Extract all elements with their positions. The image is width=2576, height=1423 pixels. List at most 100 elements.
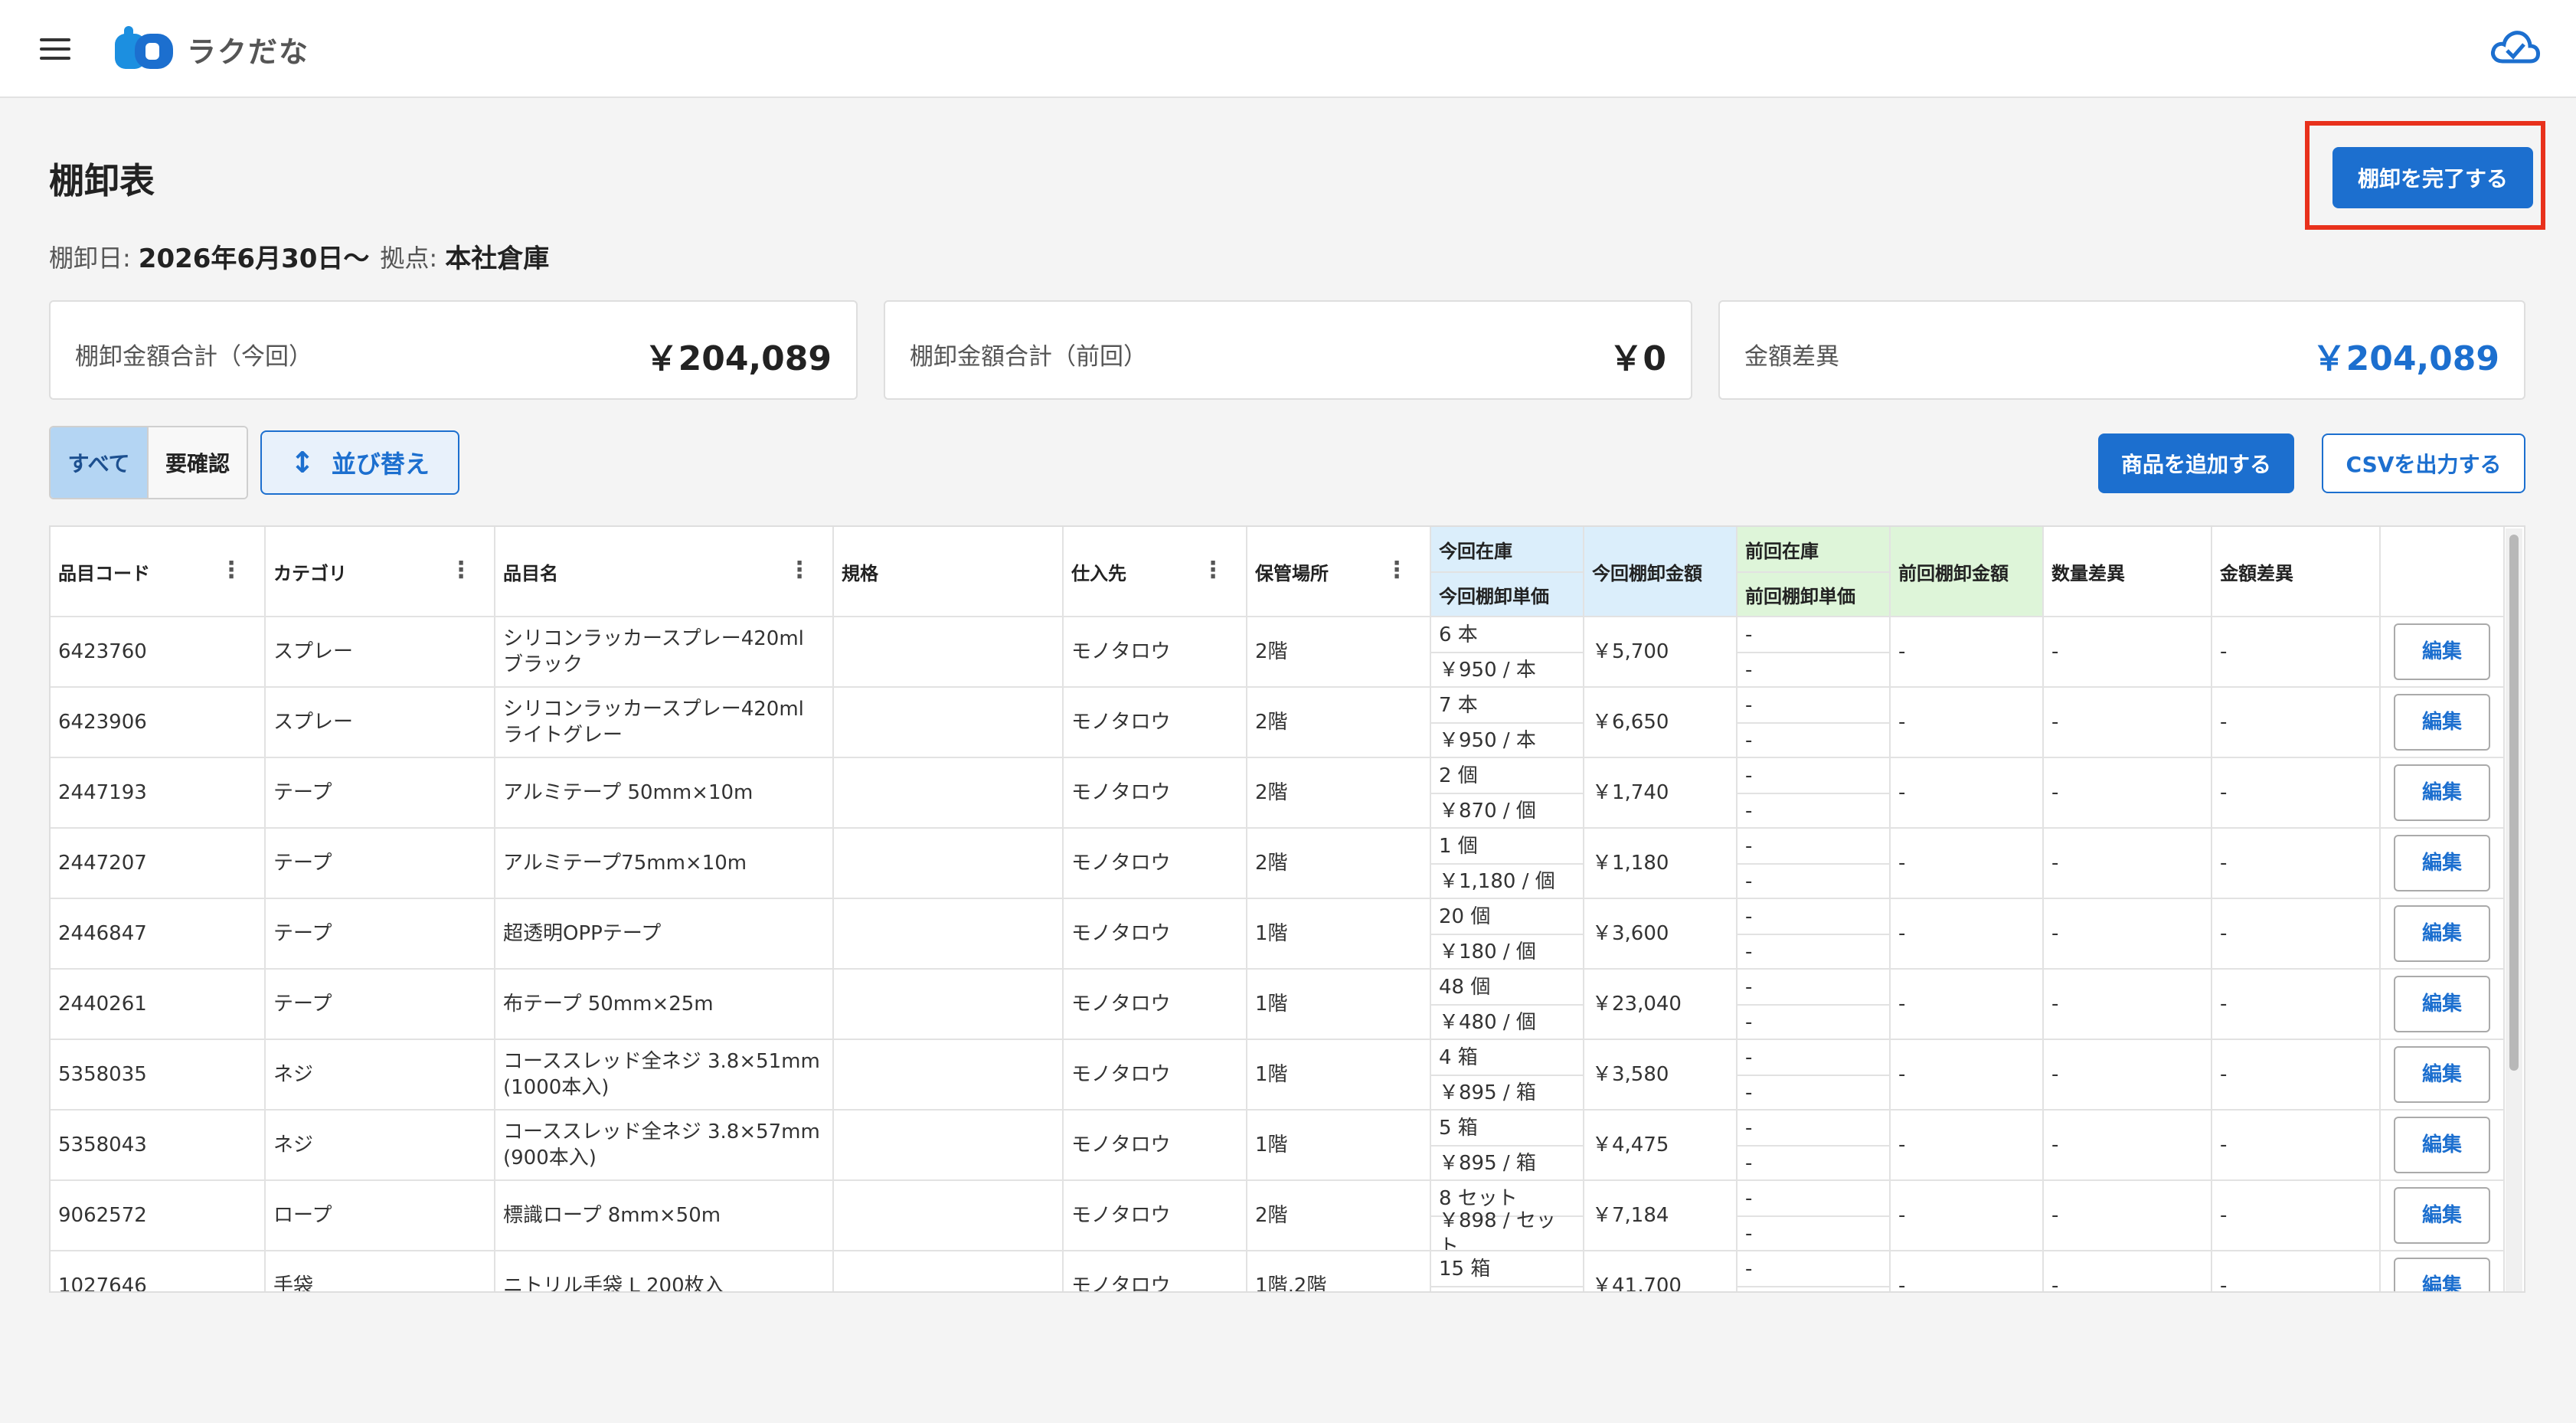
summary-card-difference: 金額差異 ￥204,089	[1718, 300, 2525, 400]
cell-supplier: モノタロウ	[1063, 1251, 1247, 1291]
cell-supplier: モノタロウ	[1063, 1180, 1247, 1251]
cell-qty-diff: -	[2043, 617, 2212, 688]
cell-code: 6423760	[51, 617, 266, 688]
add-product-button[interactable]: 商品を追加する	[2098, 433, 2294, 493]
cell-category: テープ	[265, 757, 495, 829]
edit-button[interactable]: 編集	[2394, 1046, 2490, 1103]
column-menu-icon[interactable]: ⋮	[1201, 559, 1224, 582]
cell-spec	[833, 757, 1064, 829]
header-location[interactable]: 保管場所 ⋮	[1247, 527, 1431, 617]
cell-name: 超透明OPPテープ	[495, 898, 834, 970]
cell-location: 2階	[1247, 687, 1431, 758]
header-qty-diff: 数量差異	[2043, 527, 2212, 617]
cell-amount-diff: -	[2212, 1180, 2381, 1251]
header-supplier[interactable]: 仕入先 ⋮	[1063, 527, 1247, 617]
table-row[interactable]: 9062572 ロープ 標識ロープ 8mm×50m モノタロウ 2階 8 セット ￥898 …	[51, 1180, 2505, 1251]
cell-category: テープ	[265, 969, 495, 1040]
header-code[interactable]: 品目コード ⋮	[51, 527, 266, 617]
header-name[interactable]: 品目名 ⋮	[495, 527, 834, 617]
table-row[interactable]: 5358043 ネジ コーススレッド全ネジ 3.8×57mm (900本入) モノタロ…	[51, 1110, 2505, 1181]
cell-spec	[833, 898, 1064, 970]
cell-name: ニトリル手袋 L 200枚入	[495, 1251, 834, 1291]
cell-prev-stock: --	[1737, 617, 1891, 688]
cell-code: 9062572	[51, 1180, 266, 1251]
app-logo[interactable]: ラクだな	[112, 26, 309, 72]
menu-icon[interactable]	[40, 38, 70, 60]
cell-name: アルミテープ 50mm×10m	[495, 757, 834, 829]
cell-spec	[833, 687, 1064, 758]
cell-location: 2階	[1247, 1180, 1431, 1251]
cell-qty-diff: -	[2043, 1110, 2212, 1181]
cell-prev-stock: --	[1737, 828, 1891, 899]
cell-prev-stock: --	[1737, 687, 1891, 758]
column-menu-icon[interactable]: ⋮	[788, 559, 811, 582]
filter-all[interactable]: すべて	[51, 427, 149, 498]
cell-prev-stock: --	[1737, 1110, 1891, 1181]
cell-current-amount: ￥3,600	[1584, 898, 1737, 970]
cell-qty-diff: -	[2043, 828, 2212, 899]
cell-actions: 編集	[2380, 898, 2505, 970]
page-title: 棚卸表	[49, 160, 155, 201]
column-menu-icon[interactable]: ⋮	[1385, 559, 1408, 582]
export-csv-button[interactable]: CSVを出力する	[2322, 433, 2525, 493]
cell-spec	[833, 617, 1064, 688]
edit-button[interactable]: 編集	[2394, 623, 2490, 680]
table-row[interactable]: 2447207 テープ アルミテープ75mm×10m モノタロウ 2階 1 個 ￥1,180…	[51, 828, 2505, 899]
cell-prev-amount: -	[1890, 687, 2044, 758]
filter-needs-check[interactable]: 要確認	[149, 427, 247, 498]
cell-code: 2447193	[51, 757, 266, 829]
summary-label: 棚卸金額合計（今回）	[75, 343, 312, 371]
cell-amount-diff: -	[2212, 1251, 2381, 1291]
cell-current-amount: ￥5,700	[1584, 617, 1737, 688]
cell-name: シリコンラッカースプレー420ml ライトグレー	[495, 687, 834, 758]
edit-button[interactable]: 編集	[2394, 1258, 2490, 1291]
cell-supplier: モノタロウ	[1063, 757, 1247, 829]
table-row[interactable]: 6423906 スプレー シリコンラッカースプレー420ml ライトグレー モノタロウ…	[51, 687, 2505, 758]
edit-button[interactable]: 編集	[2394, 976, 2490, 1032]
table-row[interactable]: 1027646手袋ニトリル手袋 L 200枚入 モノタロウ1階,2階15 箱￥2,…	[51, 1251, 2505, 1291]
edit-button[interactable]: 編集	[2394, 1187, 2490, 1244]
edit-button[interactable]: 編集	[2394, 1117, 2490, 1173]
cloud-sync-icon[interactable]	[2490, 28, 2541, 67]
cell-current-amount: ￥6,650	[1584, 687, 1737, 758]
table-row[interactable]: 2446847 テープ 超透明OPPテープ モノタロウ 1階 20 個 ￥180 / 個 ￥3…	[51, 898, 2505, 970]
cell-amount-diff: -	[2212, 757, 2381, 829]
table-row[interactable]: 2447193 テープ アルミテープ 50mm×10m モノタロウ 2階 2 個 ￥870 …	[51, 757, 2505, 829]
summary-card-previous: 棚卸金額合計（前回） ￥0	[884, 300, 1692, 400]
cell-current-amount: ￥1,180	[1584, 828, 1737, 899]
table-row[interactable]: 5358035 ネジ コーススレッド全ネジ 3.8×51mm (1000本入) モノタ…	[51, 1039, 2505, 1111]
edit-button[interactable]: 編集	[2394, 835, 2490, 891]
column-menu-icon[interactable]: ⋮	[449, 559, 472, 582]
cell-category: ネジ	[265, 1039, 495, 1111]
cell-prev-amount: -	[1890, 757, 2044, 829]
cell-current-stock: 7 本 ￥950 / 本	[1430, 687, 1584, 758]
sort-icon: ↕	[290, 446, 315, 479]
edit-button[interactable]: 編集	[2394, 764, 2490, 821]
table-row[interactable]: 6423760 スプレー シリコンラッカースプレー420ml ブラック モノタロウ 2階…	[51, 617, 2505, 688]
cell-prev-amount: -	[1890, 969, 2044, 1040]
cell-actions: 編集	[2380, 1251, 2505, 1291]
cell-category: テープ	[265, 898, 495, 970]
scrollbar-thumb[interactable]	[2509, 535, 2519, 1071]
table-scrollbar[interactable]	[2506, 528, 2522, 1291]
cell-name: コーススレッド全ネジ 3.8×57mm (900本入)	[495, 1110, 834, 1181]
cell-name: 布テープ 50mm×25m	[495, 969, 834, 1040]
cell-location: 1階	[1247, 898, 1431, 970]
cell-current-stock: 48 個 ￥480 / 個	[1430, 969, 1584, 1040]
app-name: ラクだな	[187, 34, 310, 69]
top-bar: ラクだな	[0, 0, 2576, 98]
header-current-amount: 今回棚卸金額	[1584, 527, 1737, 617]
sort-button[interactable]: ↕ 並び替え	[260, 430, 459, 495]
cell-spec	[833, 1110, 1064, 1181]
header-category[interactable]: カテゴリ ⋮	[265, 527, 495, 617]
column-menu-icon[interactable]: ⋮	[220, 559, 243, 582]
edit-button[interactable]: 編集	[2394, 905, 2490, 962]
summary-label: 金額差異	[1744, 343, 1839, 371]
edit-button[interactable]: 編集	[2394, 694, 2490, 751]
cell-current-amount: ￥23,040	[1584, 969, 1737, 1040]
header-actions	[2380, 527, 2505, 617]
table-row[interactable]: 2440261 テープ 布テープ 50mm×25m モノタロウ 1階 48 個 ￥480 /…	[51, 969, 2505, 1040]
cell-spec	[833, 828, 1064, 899]
complete-inventory-button[interactable]: 棚卸を完了する	[2332, 147, 2533, 208]
cell-location: 2階	[1247, 757, 1431, 829]
